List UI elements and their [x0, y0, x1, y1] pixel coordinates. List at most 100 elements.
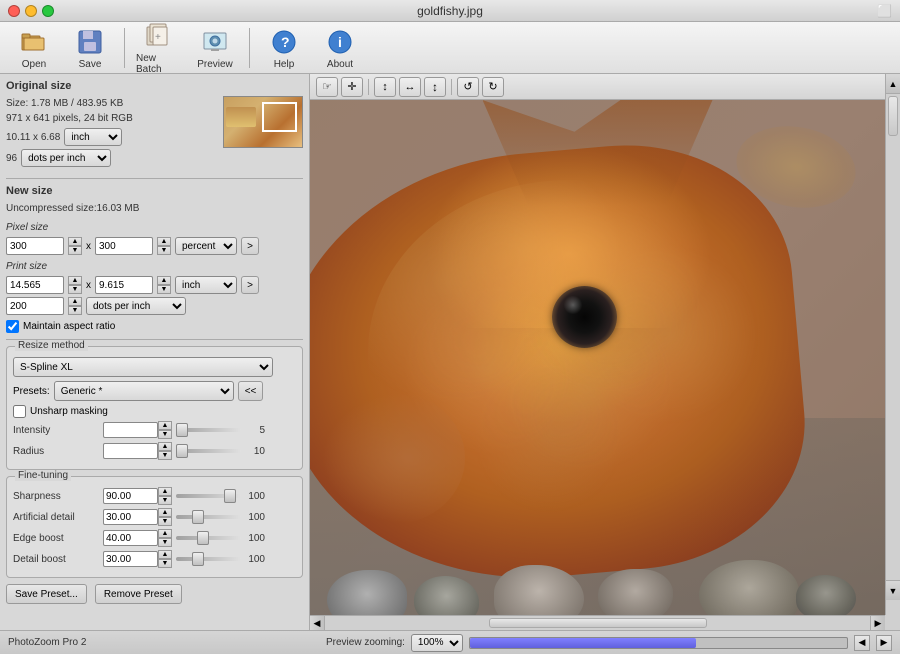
redo-button[interactable]: ↻: [482, 77, 504, 97]
dpi-stepper[interactable]: ▲ ▼: [68, 297, 82, 315]
scroll-down-button[interactable]: ▼: [886, 580, 900, 600]
resize-method-select[interactable]: S-Spline XL S-Spline Max Lanczos: [13, 357, 273, 377]
pixel-width-stepper[interactable]: ▲ ▼: [68, 237, 82, 255]
pixel-height-up[interactable]: ▲: [157, 237, 171, 246]
pixel-height-stepper[interactable]: ▲ ▼: [157, 237, 171, 255]
pixel-size-go-button[interactable]: >: [241, 237, 259, 255]
crosshair-tool-button[interactable]: ✛: [341, 77, 363, 97]
preview-button[interactable]: Preview: [189, 23, 241, 73]
detail-boost-slider[interactable]: [176, 557, 241, 561]
dpi-input[interactable]: 200: [6, 297, 64, 315]
close-button[interactable]: [8, 5, 20, 17]
radius-input[interactable]: [103, 443, 158, 459]
help-button[interactable]: ? Help: [258, 23, 310, 73]
intensity-up[interactable]: ▲: [158, 421, 172, 430]
print-width-down[interactable]: ▼: [68, 285, 82, 294]
print-height-input[interactable]: 9.615: [95, 276, 153, 294]
zoom-select[interactable]: 100% 50% 200%: [411, 634, 463, 652]
vertical-scrollbar[interactable]: ▲ ▼: [885, 74, 900, 615]
select-tool-button[interactable]: ☞: [316, 77, 338, 97]
scroll-up-button[interactable]: ▲: [886, 74, 900, 94]
toolbar-separator-2: [249, 28, 250, 68]
undo-button[interactable]: ↺: [457, 77, 479, 97]
radius-up[interactable]: ▲: [158, 442, 172, 451]
detail-boost-up[interactable]: ▲: [158, 550, 172, 559]
rotate-ccw-button[interactable]: ↕: [374, 77, 396, 97]
edge-boost-stepper[interactable]: ▲ ▼: [158, 529, 172, 547]
pixel-width-input[interactable]: 300: [6, 237, 64, 255]
scroll-thumb-h[interactable]: [489, 618, 707, 628]
intensity-stepper[interactable]: ▲ ▼: [158, 421, 172, 439]
minimize-button[interactable]: [25, 5, 37, 17]
unit-select-original[interactable]: inch cm mm: [64, 128, 122, 146]
artificial-detail-up[interactable]: ▲: [158, 508, 172, 517]
sharpness-slider[interactable]: [176, 494, 241, 498]
open-button[interactable]: Open: [8, 23, 60, 73]
print-size-go-button[interactable]: >: [241, 276, 259, 294]
sharpness-down[interactable]: ▼: [158, 496, 172, 505]
preview-label: Preview: [197, 59, 233, 70]
flip-v-button[interactable]: ↕: [424, 77, 446, 97]
sharpness-up[interactable]: ▲: [158, 487, 172, 496]
pixel-height-input[interactable]: 300: [95, 237, 153, 255]
remove-preset-button[interactable]: Remove Preset: [95, 584, 182, 604]
unsharp-masking-checkbox[interactable]: [13, 405, 26, 418]
presets-select[interactable]: Generic * Photo Illustration: [54, 381, 234, 401]
about-button[interactable]: i About: [314, 23, 366, 73]
scroll-thumb-v[interactable]: [888, 96, 898, 136]
window-controls[interactable]: [8, 5, 54, 17]
pixel-height-down[interactable]: ▼: [157, 246, 171, 255]
detail-boost-stepper[interactable]: ▲ ▼: [158, 550, 172, 568]
sharpness-stepper[interactable]: ▲ ▼: [158, 487, 172, 505]
pixel-unit-select[interactable]: percent pixels: [175, 237, 237, 255]
print-width-stepper[interactable]: ▲ ▼: [68, 276, 82, 294]
radius-slider[interactable]: [176, 449, 241, 453]
save-preset-button[interactable]: Save Preset...: [6, 584, 87, 604]
maintain-aspect-checkbox[interactable]: [6, 320, 19, 333]
dpi-unit-select-new[interactable]: dots per inch dots per cm: [86, 297, 186, 315]
about-icon: i: [324, 26, 356, 58]
scroll-left-button[interactable]: ◀: [310, 616, 325, 630]
save-button[interactable]: Save: [64, 23, 116, 73]
nav-next-button[interactable]: ▶: [876, 635, 892, 651]
edge-boost-up[interactable]: ▲: [158, 529, 172, 538]
scroll-right-button[interactable]: ▶: [870, 616, 885, 630]
edge-boost-slider[interactable]: [176, 536, 241, 540]
artificial-detail-down[interactable]: ▼: [158, 517, 172, 526]
print-height-up[interactable]: ▲: [157, 276, 171, 285]
dpi-down[interactable]: ▼: [68, 306, 82, 315]
x-separator: x: [86, 241, 91, 252]
presets-expand-button[interactable]: <<: [238, 381, 264, 401]
radius-down[interactable]: ▼: [158, 451, 172, 460]
intensity-input[interactable]: [103, 422, 158, 438]
open-label: Open: [22, 59, 46, 70]
edge-boost-down[interactable]: ▼: [158, 538, 172, 547]
preview-progress-bar: [469, 637, 848, 649]
radius-stepper[interactable]: ▲ ▼: [158, 442, 172, 460]
print-height-stepper[interactable]: ▲ ▼: [157, 276, 171, 294]
artificial-detail-input[interactable]: 30.00: [103, 509, 158, 525]
detail-boost-input[interactable]: 30.00: [103, 551, 158, 567]
intensity-down[interactable]: ▼: [158, 430, 172, 439]
open-icon: [18, 26, 50, 58]
print-height-down[interactable]: ▼: [157, 285, 171, 294]
fine-tuning-group: Fine-tuning Sharpness 90.00 ▲ ▼ 100 Arti…: [6, 476, 303, 578]
print-unit-select[interactable]: inch cm mm: [175, 276, 237, 294]
artificial-detail-stepper[interactable]: ▲ ▼: [158, 508, 172, 526]
detail-boost-down[interactable]: ▼: [158, 559, 172, 568]
sharpness-input[interactable]: 90.00: [103, 488, 158, 504]
pixel-width-down[interactable]: ▼: [68, 246, 82, 255]
edge-boost-input[interactable]: 40.00: [103, 530, 158, 546]
new-batch-button[interactable]: + New Batch: [133, 17, 185, 78]
maximize-button[interactable]: [42, 5, 54, 17]
horizontal-scrollbar[interactable]: ◀ ▶: [310, 615, 885, 630]
dpi-up[interactable]: ▲: [68, 297, 82, 306]
dpi-unit-select[interactable]: dots per inch: [21, 149, 111, 167]
print-width-input[interactable]: 14.565: [6, 276, 64, 294]
print-width-up[interactable]: ▲: [68, 276, 82, 285]
intensity-slider[interactable]: [176, 428, 241, 432]
nav-prev-button[interactable]: ◀: [854, 635, 870, 651]
flip-h-button[interactable]: ↔: [399, 77, 421, 97]
artificial-detail-slider[interactable]: [176, 515, 241, 519]
pixel-width-up[interactable]: ▲: [68, 237, 82, 246]
